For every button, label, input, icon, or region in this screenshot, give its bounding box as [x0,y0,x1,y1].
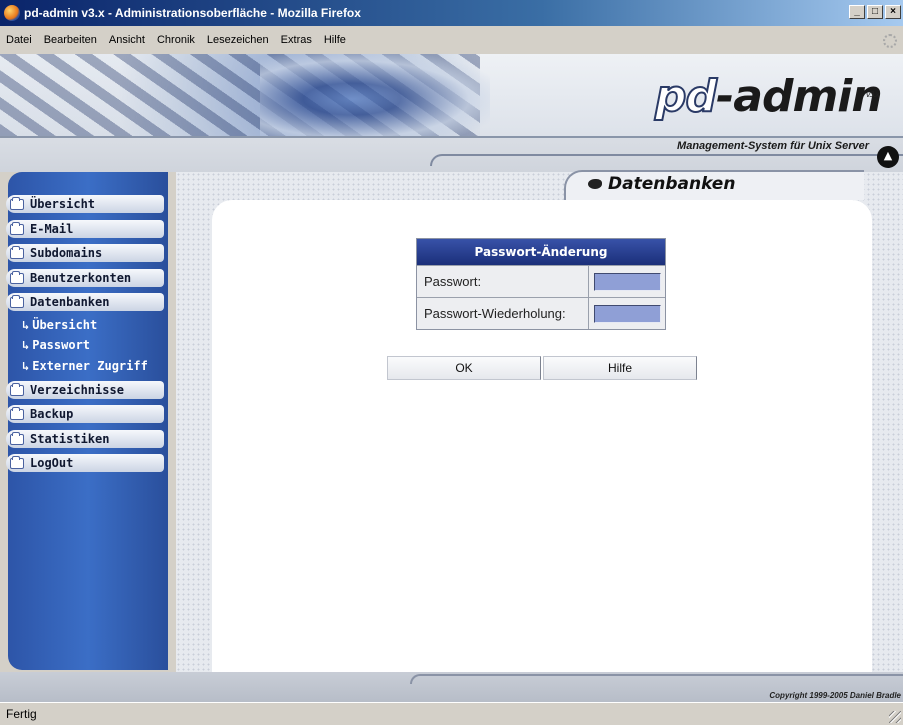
menu-ansicht[interactable]: Ansicht [109,34,145,46]
folder-icon [10,455,24,469]
password-repeat-input[interactable] [593,304,661,323]
sidebar-item-label: E-Mail [30,222,74,236]
password-repeat-cell [589,298,665,329]
tagline: Management-System für Unix Server [677,140,869,152]
password-repeat-label: Passwort-Wiederholung: [417,298,589,329]
password-repeat-row: Passwort-Wiederholung: [417,297,665,329]
folder-open-icon [10,294,24,308]
subitem-arrow-icon: ↳ [22,338,30,352]
menu-datei[interactable]: Datei [6,34,32,46]
sidebar-item-statistiken[interactable]: Statistiken [6,430,164,448]
form-title: Passwort-Änderung [417,239,665,265]
password-cell [589,266,665,297]
resize-grip-icon[interactable] [889,711,901,723]
window-titlebar: pd-admin v3.x - Administrationsoberfläch… [0,0,903,26]
footer-bar: Copyright 1999-2005 Daniel Bradle [0,672,903,702]
folder-icon [10,270,24,284]
sidebar-subitem-label: Passwort [32,338,91,352]
menu-lesezeichen[interactable]: Lesezeichen [207,34,269,46]
sidebar-subitem-uebersicht[interactable]: ↳ Übersicht [22,318,97,332]
sidebar-item-email[interactable]: E-Mail [6,220,164,238]
subitem-arrow-icon: ↳ [22,359,30,373]
folder-icon [10,382,24,396]
section-bullet-icon [588,179,602,189]
menu-extras[interactable]: Extras [281,34,312,46]
sidebar-item-benutzerkonten[interactable]: Benutzerkonten [6,269,164,287]
copyright-text: Copyright 1999-2005 Daniel Bradle [769,691,901,700]
sidebar-item-logout[interactable]: LogOut [6,454,164,472]
folder-icon [10,245,24,259]
subheader-swoosh [430,154,903,166]
menu-bar: Datei Bearbeiten Ansicht Chronik Lesezei… [0,26,903,54]
password-row: Passwort: [417,265,665,297]
sidebar-item-uebersicht[interactable]: Übersicht [6,195,164,213]
sidebar-subitem-label: Externer Zugriff [32,359,148,373]
sidebar-item-verzeichnisse[interactable]: Verzeichnisse [6,381,164,399]
sidebar-item-subdomains[interactable]: Subdomains [6,244,164,262]
sidebar-item-backup[interactable]: Backup [6,405,164,423]
footer-swoosh [410,674,903,684]
banner-image-highlight [260,54,490,136]
help-button[interactable]: Hilfe [543,356,697,380]
folder-icon [10,406,24,420]
ok-button[interactable]: OK [387,356,541,380]
logo-version: v3.x [865,90,880,99]
page-banner: pd-admin v3.x [0,54,903,136]
scroll-top-icon[interactable]: ▲ [877,146,899,168]
window-controls: _ □ × [849,5,901,19]
folder-icon [10,196,24,210]
pd-admin-logo: pd-admin v3.x [654,68,893,126]
throbber-icon [883,34,897,48]
sidebar-item-label: Backup [30,407,74,421]
firefox-icon [4,5,20,21]
menu-bearbeiten[interactable]: Bearbeiten [44,34,97,46]
window-title: pd-admin v3.x - Administrationsoberfläch… [24,6,361,20]
sidebar-subitem-externer-zugriff[interactable]: ↳ Externer Zugriff [22,359,148,373]
menu-chronik[interactable]: Chronik [157,34,195,46]
sidebar-item-datenbanken[interactable]: Datenbanken [6,293,164,311]
sidebar-subitem-passwort[interactable]: ↳ Passwort [22,338,90,352]
sidebar-item-label: Verzeichnisse [30,383,124,397]
folder-icon [10,431,24,445]
minimize-button[interactable]: _ [849,5,865,19]
folder-icon [10,221,24,235]
page-title: Datenbanken [588,174,735,194]
subheader-bar: Management-System für Unix Server ▲ [0,136,903,172]
sidebar-item-label: Benutzerkonten [30,271,132,285]
sidebar-item-label: Statistiken [30,432,110,446]
password-change-form: Passwort-Änderung Passwort: Passwort-Wie… [416,238,666,330]
subitem-arrow-icon: ↳ [22,318,30,332]
status-bar: Fertig [0,702,903,725]
status-text: Fertig [6,707,37,721]
menu-hilfe[interactable]: Hilfe [324,34,346,46]
password-label: Passwort: [417,266,589,297]
sidebar-item-label: Datenbanken [30,295,110,309]
maximize-button[interactable]: □ [867,5,883,19]
page-title-text: Datenbanken [608,174,736,194]
sidebar-item-label: Übersicht [30,197,96,211]
close-button[interactable]: × [885,5,901,19]
sidebar-subitem-label: Übersicht [32,318,98,332]
password-input[interactable] [593,272,661,291]
sidebar-item-label: LogOut [30,456,74,470]
sidebar-item-label: Subdomains [30,246,103,260]
